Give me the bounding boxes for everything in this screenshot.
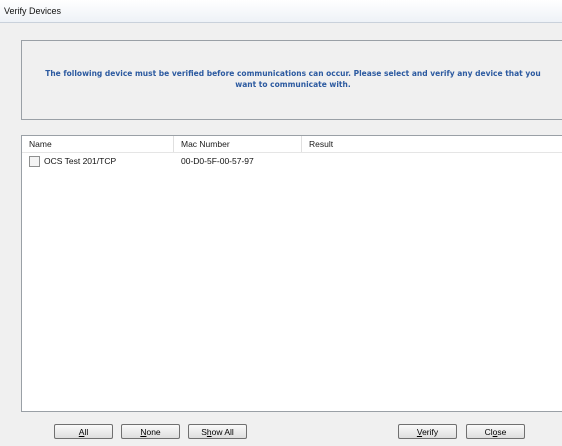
column-header-result[interactable]: Result bbox=[301, 136, 559, 152]
all-button[interactable]: All bbox=[54, 424, 113, 439]
none-button[interactable]: None bbox=[121, 424, 180, 439]
verify-button[interactable]: Verify bbox=[398, 424, 457, 439]
list-header: Name Mac Number Result bbox=[22, 136, 562, 153]
info-banner: The following device must be verified be… bbox=[21, 40, 562, 120]
device-name: OCS Test 201/TCP bbox=[44, 156, 117, 166]
window-title: Verify Devices bbox=[4, 6, 62, 16]
close-button[interactable]: Close bbox=[466, 424, 525, 439]
show-all-button[interactable]: Show All bbox=[188, 424, 247, 439]
table-row[interactable]: OCS Test 201/TCP 00-D0-5F-00-57-97 bbox=[22, 154, 562, 168]
device-mac-number: 00-D0-5F-00-57-97 bbox=[181, 156, 254, 166]
title-bar: Verify Devices bbox=[0, 0, 562, 23]
column-header-mac-number[interactable]: Mac Number bbox=[173, 136, 308, 152]
column-header-name[interactable]: Name bbox=[22, 136, 179, 152]
device-list[interactable]: Name Mac Number Result OCS Test 201/TCP … bbox=[21, 135, 562, 412]
verify-message: The following device must be verified be… bbox=[45, 69, 541, 89]
device-checkbox[interactable] bbox=[29, 156, 40, 167]
